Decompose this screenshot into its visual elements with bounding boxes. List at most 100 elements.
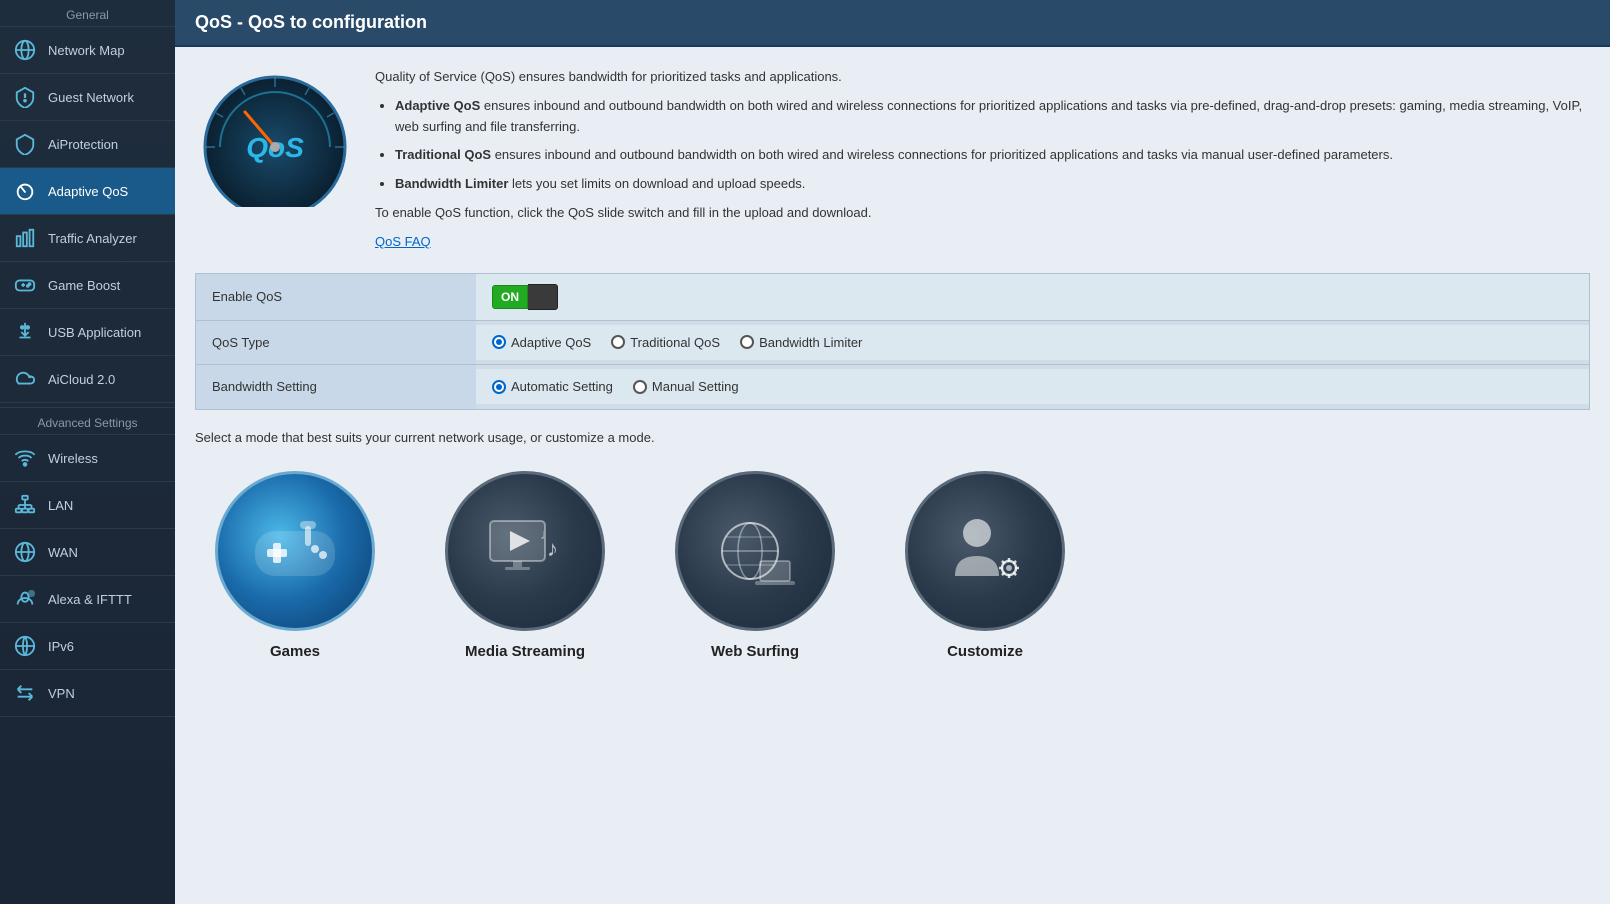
sidebar-item-label: AiCloud 2.0 (48, 372, 115, 387)
bandwidth-limiter-radio-circle (740, 335, 754, 349)
traditional-qos-text: ensures inbound and outbound bandwidth o… (495, 147, 1393, 162)
toggle-off-part (528, 284, 558, 310)
mode-item-customize[interactable]: Customize (885, 471, 1085, 660)
sidebar-item-aiprotection[interactable]: AiProtection (0, 121, 175, 168)
automatic-setting-radio-circle (492, 380, 506, 394)
adaptive-qos-radio-label: Adaptive QoS (511, 335, 591, 350)
sidebar-item-game-boost[interactable]: Game Boost (0, 262, 175, 309)
lan-icon (12, 492, 38, 518)
sidebar-item-wan[interactable]: WAN (0, 529, 175, 576)
qos-type-radio-group: Adaptive QoS Traditional QoS Bandwidth L… (492, 335, 862, 350)
sidebar-item-label: Network Map (48, 43, 125, 58)
enable-qos-toggle[interactable]: ON (492, 284, 558, 310)
globe-icon (12, 37, 38, 63)
sidebar-item-label: IPv6 (48, 639, 74, 654)
settings-table: Enable QoS ON QoS Type Adaptive QoS (195, 273, 1590, 410)
mode-item-media-streaming[interactable]: ♪ ♩ Media Streaming (425, 471, 625, 660)
usb-icon (12, 319, 38, 345)
bar-chart-icon (12, 225, 38, 251)
cloud-icon (12, 366, 38, 392)
media-streaming-icon: ♪ ♩ (475, 501, 575, 601)
adaptive-qos-text: ensures inbound and outbound bandwidth o… (395, 98, 1582, 134)
mode-icons: Games ♪ ♩ (195, 461, 1590, 670)
qos-logo: QoS (195, 67, 355, 207)
games-icon (245, 501, 345, 601)
sidebar-item-usb-application[interactable]: USB Application (0, 309, 175, 356)
qos-type-row: QoS Type Adaptive QoS Traditional QoS (196, 321, 1589, 365)
automatic-setting-radio[interactable]: Automatic Setting (492, 379, 613, 394)
customize-mode-label: Customize (947, 643, 1023, 660)
sidebar-item-label: AiProtection (48, 137, 118, 152)
alexa-icon (12, 586, 38, 612)
sidebar-item-guest-network[interactable]: Guest Network (0, 74, 175, 121)
sidebar-item-label: VPN (48, 686, 75, 701)
mode-item-web-surfing[interactable]: Web Surfing (655, 471, 855, 660)
traditional-qos-radio-circle (611, 335, 625, 349)
sidebar-item-adaptive-qos[interactable]: Adaptive QoS (0, 168, 175, 215)
arrows-icon (12, 680, 38, 706)
bandwidth-limiter-radio-label: Bandwidth Limiter (759, 335, 862, 350)
traditional-qos-radio[interactable]: Traditional QoS (611, 335, 720, 350)
automatic-setting-label: Automatic Setting (511, 379, 613, 394)
bandwidth-setting-row: Bandwidth Setting Automatic Setting Manu… (196, 365, 1589, 409)
sidebar-item-wireless[interactable]: Wireless (0, 435, 175, 482)
traditional-qos-bold: Traditional QoS (395, 147, 491, 162)
sidebar-item-aicloud[interactable]: AiCloud 2.0 (0, 356, 175, 403)
feature-bandwidth: Bandwidth Limiter lets you set limits on… (395, 174, 1590, 195)
media-streaming-mode-circle: ♪ ♩ (445, 471, 605, 631)
page-title: QoS - QoS to configuration (175, 0, 1610, 47)
games-mode-circle (215, 471, 375, 631)
sidebar-item-network-map[interactable]: Network Map (0, 27, 175, 74)
speedometer-icon (12, 178, 38, 204)
mode-prompt: Select a mode that best suits your curre… (195, 430, 1590, 445)
sidebar-item-lan[interactable]: LAN (0, 482, 175, 529)
sidebar-item-traffic-analyzer[interactable]: Traffic Analyzer (0, 215, 175, 262)
feature-adaptive: Adaptive QoS ensures inbound and outboun… (395, 96, 1590, 138)
sidebar-item-alexa-ifttt[interactable]: Alexa & IFTTT (0, 576, 175, 623)
media-streaming-mode-label: Media Streaming (465, 643, 585, 660)
web-surfing-icon (705, 501, 805, 601)
enable-note: To enable QoS function, click the QoS sl… (375, 203, 1590, 224)
adaptive-qos-radio[interactable]: Adaptive QoS (492, 335, 591, 350)
web-surfing-mode-circle (675, 471, 835, 631)
bandwidth-setting-value: Automatic Setting Manual Setting (476, 369, 1589, 404)
globe2-icon (12, 539, 38, 565)
sidebar-item-ipv6[interactable]: IPv6 (0, 623, 175, 670)
qos-type-label: QoS Type (196, 321, 476, 364)
sidebar-item-label: WAN (48, 545, 78, 560)
sidebar-item-label: LAN (48, 498, 73, 513)
bandwidth-radio-group: Automatic Setting Manual Setting (492, 379, 739, 394)
wifi-icon (12, 445, 38, 471)
gamepad-icon (12, 272, 38, 298)
sidebar-item-label: Wireless (48, 451, 98, 466)
feature-list: Adaptive QoS ensures inbound and outboun… (395, 96, 1590, 195)
sidebar-item-vpn[interactable]: VPN (0, 670, 175, 717)
enable-qos-label: Enable QoS (196, 274, 476, 320)
web-surfing-mode-label: Web Surfing (711, 643, 799, 660)
sidebar-item-label: Traffic Analyzer (48, 231, 137, 246)
adaptive-qos-radio-circle (492, 335, 506, 349)
description-box: QoS Quality of Service (QoS) ensures ban… (195, 67, 1590, 253)
shield-icon (12, 131, 38, 157)
manual-setting-radio[interactable]: Manual Setting (633, 379, 739, 394)
sidebar: General Network Map Guest Network A (0, 0, 175, 904)
feature-traditional: Traditional QoS ensures inbound and outb… (395, 145, 1590, 166)
qos-type-value: Adaptive QoS Traditional QoS Bandwidth L… (476, 325, 1589, 360)
bandwidth-limiter-radio[interactable]: Bandwidth Limiter (740, 335, 862, 350)
sidebar-item-label: USB Application (48, 325, 141, 340)
sidebar-general-label: General (0, 0, 175, 27)
sidebar-item-label: Adaptive QoS (48, 184, 128, 199)
bandwidth-setting-label: Bandwidth Setting (196, 365, 476, 409)
customize-icon (935, 501, 1035, 601)
globe3-icon (12, 633, 38, 659)
games-mode-label: Games (270, 643, 320, 660)
qos-faq-link[interactable]: QoS FAQ (375, 232, 1590, 253)
mode-item-games[interactable]: Games (195, 471, 395, 660)
bandwidth-limiter-bold: Bandwidth Limiter (395, 176, 508, 191)
advanced-settings-label: Advanced Settings (0, 407, 175, 435)
intro-text: Quality of Service (QoS) ensures bandwid… (375, 67, 1590, 88)
traditional-qos-radio-label: Traditional QoS (630, 335, 720, 350)
main-content: QoS - QoS to configuration (175, 0, 1610, 904)
toggle-on-label: ON (492, 285, 528, 309)
sidebar-item-label: Guest Network (48, 90, 134, 105)
